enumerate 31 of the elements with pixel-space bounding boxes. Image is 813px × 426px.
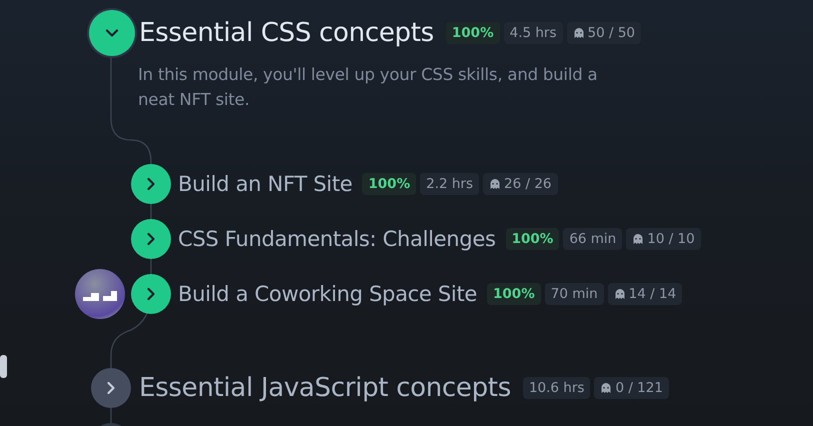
expand-button[interactable] <box>131 219 171 259</box>
lesson-title: Build an NFT Site <box>178 172 352 196</box>
module-title: Essential JavaScript concepts <box>139 373 511 403</box>
module-description: In this module, you'll level up your CSS skills, and build a neat NFT site. <box>138 64 598 111</box>
ghost-icon <box>572 27 585 39</box>
scrollbar[interactable] <box>0 355 7 378</box>
duration-badge: 10.6 hrs <box>522 377 590 399</box>
expand-button[interactable] <box>91 368 131 408</box>
ghost-icon <box>489 178 502 190</box>
ghost-icon <box>632 233 644 245</box>
expand-button[interactable] <box>131 274 171 314</box>
task-count-badge: 14 / 14 <box>608 283 682 305</box>
task-count-badge: 26 / 26 <box>483 173 558 195</box>
ghost-icon <box>600 382 612 394</box>
module-title: Essential CSS concepts <box>139 18 434 48</box>
duration-badge: 4.5 hrs <box>504 22 563 44</box>
task-count-badge: 0 / 121 <box>594 377 669 399</box>
duration-badge: 2.2 hrs <box>420 173 480 195</box>
lesson-title: CSS Fundamentals: Challenges <box>178 227 496 251</box>
expand-button[interactable] <box>131 164 171 204</box>
duration-badge: 66 min <box>563 228 622 250</box>
ghost-icon <box>614 288 626 300</box>
progress-badge: 100% <box>487 283 541 305</box>
duration-badge: 70 min <box>544 283 604 305</box>
progress-badge: 100% <box>506 228 560 250</box>
progress-badge: 100% <box>446 22 500 44</box>
progress-badge: 100% <box>362 173 416 195</box>
task-count-badge: 50 / 50 <box>566 22 642 44</box>
lesson-title: Build a Coworking Space Site <box>178 282 478 306</box>
collapse-button[interactable] <box>89 10 135 56</box>
task-count-badge: 10 / 10 <box>626 228 701 250</box>
